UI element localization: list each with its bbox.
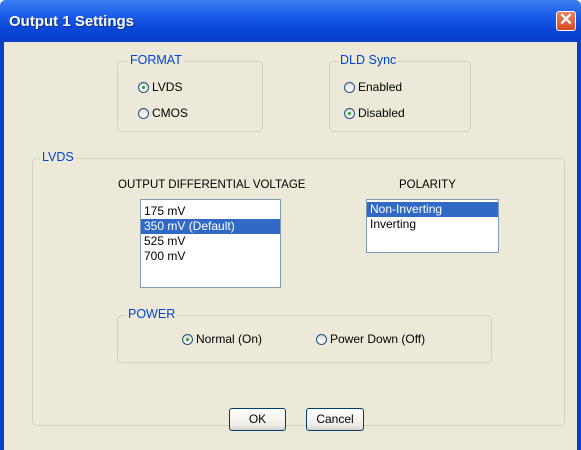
radio-selected-icon bbox=[344, 107, 355, 119]
power-group: POWER Normal (On) Power Down (Off) bbox=[117, 307, 492, 363]
voltage-option[interactable]: 175 mV bbox=[141, 204, 280, 219]
voltage-label: OUTPUT DIFFERENTIAL VOLTAGE bbox=[118, 179, 306, 191]
power-normal-radio[interactable]: Normal (On) bbox=[182, 332, 262, 346]
dld-sync-enabled-radio[interactable]: Enabled bbox=[344, 80, 402, 94]
polarity-label: POLARITY bbox=[399, 179, 456, 191]
close-icon: ✕ bbox=[558, 10, 574, 29]
radio-unselected-icon bbox=[316, 333, 327, 345]
lvds-group: LVDS OUTPUT DIFFERENTIAL VOLTAGE 175 mV … bbox=[32, 150, 565, 426]
close-button[interactable]: ✕ bbox=[556, 10, 576, 31]
polarity-listbox[interactable]: Non-Inverting Inverting bbox=[366, 199, 499, 253]
format-cmos-label: CMOS bbox=[152, 106, 188, 120]
radio-unselected-icon bbox=[344, 81, 355, 93]
dld-sync-legend: DLD Sync bbox=[338, 53, 399, 67]
voltage-listbox[interactable]: 175 mV 350 mV (Default) 525 mV 700 mV bbox=[140, 199, 281, 288]
dld-sync-disabled-radio[interactable]: Disabled bbox=[344, 106, 405, 120]
lvds-legend: LVDS bbox=[40, 150, 76, 164]
format-lvds-radio[interactable]: LVDS bbox=[138, 80, 182, 94]
dld-sync-disabled-label: Disabled bbox=[358, 106, 405, 120]
radio-selected-icon bbox=[138, 81, 149, 93]
power-normal-label: Normal (On) bbox=[196, 332, 263, 346]
power-down-radio[interactable]: Power Down (Off) bbox=[316, 332, 425, 346]
dld-sync-group: DLD Sync Enabled Disabled bbox=[329, 53, 471, 132]
voltage-option-selected[interactable]: 350 mV (Default) bbox=[141, 219, 280, 234]
dialog-window: Output 1 Settings ✕ FORMAT LVDS CMOS DLD… bbox=[0, 0, 581, 450]
format-group: FORMAT LVDS CMOS bbox=[117, 53, 263, 132]
format-legend: FORMAT bbox=[128, 53, 184, 67]
polarity-option[interactable]: Inverting bbox=[367, 217, 498, 232]
polarity-option-selected[interactable]: Non-Inverting bbox=[367, 202, 498, 217]
dld-sync-enabled-label: Enabled bbox=[358, 80, 403, 94]
dialog-client: FORMAT LVDS CMOS DLD Sync Enabled Disabl… bbox=[4, 42, 577, 450]
power-down-label: Power Down (Off) bbox=[330, 332, 426, 346]
window-title: Output 1 Settings bbox=[9, 13, 134, 30]
cancel-button[interactable]: Cancel bbox=[306, 408, 364, 431]
title-bar[interactable]: Output 1 Settings ✕ bbox=[0, 0, 581, 42]
voltage-option[interactable]: 525 mV bbox=[141, 234, 280, 249]
ok-button[interactable]: OK bbox=[229, 408, 286, 431]
radio-unselected-icon bbox=[138, 107, 149, 119]
voltage-option[interactable]: 700 mV bbox=[141, 249, 280, 264]
radio-selected-icon bbox=[182, 333, 193, 345]
power-legend: POWER bbox=[126, 307, 178, 321]
format-cmos-radio[interactable]: CMOS bbox=[138, 106, 188, 120]
format-lvds-label: LVDS bbox=[152, 80, 183, 94]
